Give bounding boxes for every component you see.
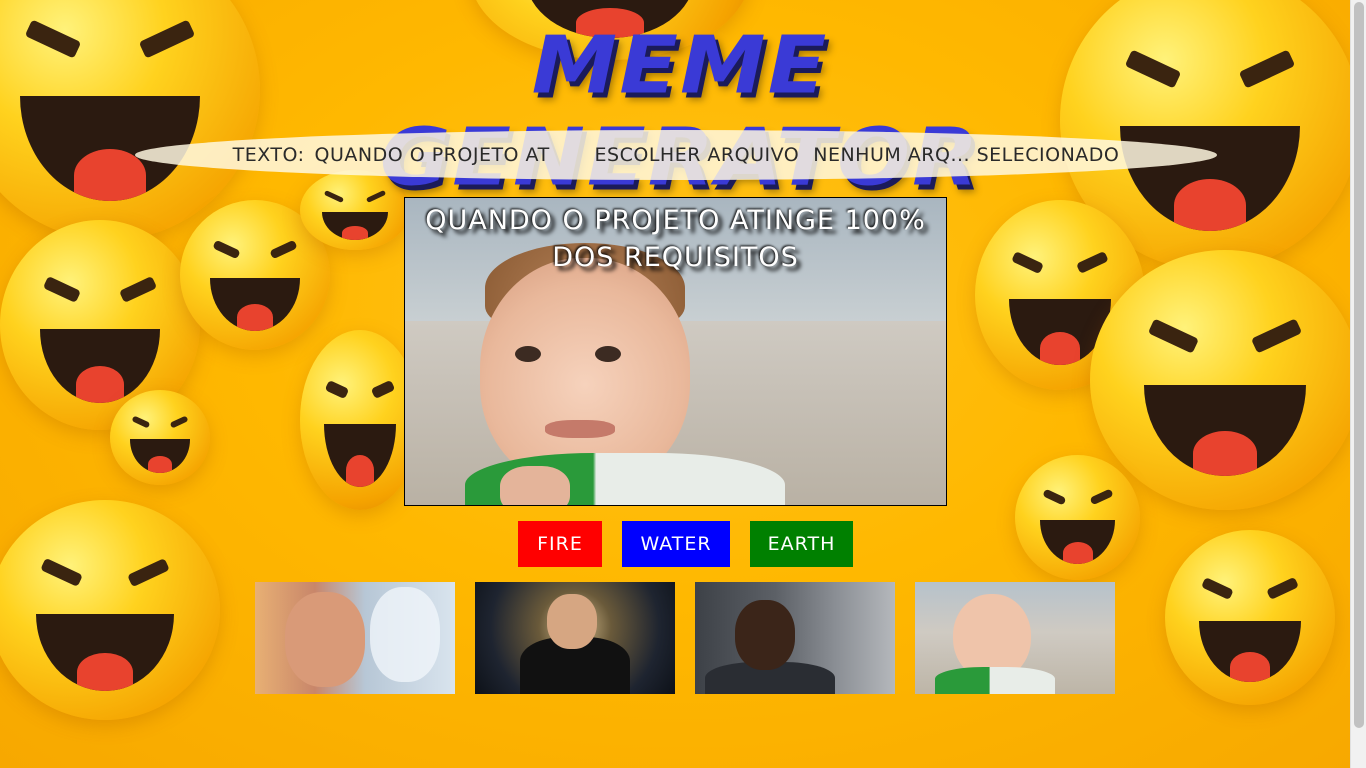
scrollbar-thumb[interactable] bbox=[1354, 2, 1364, 728]
thumbnail-face bbox=[370, 587, 440, 682]
background-emoji bbox=[0, 0, 260, 240]
water-border-button[interactable]: WATER bbox=[622, 521, 730, 567]
background-emoji bbox=[1090, 250, 1360, 510]
meme-template-thumbnail-3[interactable] bbox=[695, 582, 895, 694]
controls-bar: TEXTO: ESCOLHER ARQUIVO NENHUM ARQ... SE… bbox=[135, 130, 1217, 180]
earth-border-button[interactable]: EARTH bbox=[750, 521, 853, 567]
thumbnail-shirt bbox=[935, 667, 1055, 694]
background-emoji bbox=[300, 330, 420, 510]
thumbnail-face bbox=[285, 592, 365, 687]
meme-image-eye-right bbox=[595, 346, 621, 362]
background-emoji bbox=[0, 500, 220, 720]
meme-text-input[interactable] bbox=[314, 144, 575, 166]
file-status-text: NENHUM ARQ... SELECIONADO bbox=[813, 144, 1120, 166]
meme-template-thumbnail-4[interactable] bbox=[915, 582, 1115, 694]
meme-template-thumbnail-2[interactable] bbox=[475, 582, 675, 694]
meme-image-fist bbox=[500, 466, 570, 505]
meme-template-thumbnail-1[interactable] bbox=[255, 582, 455, 694]
meme-text: QUANDO O PROJETO ATINGE 100% DOS REQUISI… bbox=[425, 205, 926, 273]
choose-file-button[interactable]: ESCOLHER ARQUIVO bbox=[595, 144, 800, 166]
thumbnail-face bbox=[547, 594, 597, 649]
background-emoji bbox=[110, 390, 210, 485]
meme-image-eye-left bbox=[515, 346, 541, 362]
meme-image-mouth bbox=[545, 420, 615, 438]
text-input-label: TEXTO: bbox=[232, 144, 305, 166]
background-emoji bbox=[1165, 530, 1335, 705]
thumbnail-face bbox=[735, 600, 795, 670]
meme-image-container: QUANDO O PROJETO ATINGE 100% DOS REQUISI… bbox=[404, 197, 947, 506]
page-scrollbar[interactable] bbox=[1350, 0, 1366, 768]
fire-border-button[interactable]: FIRE bbox=[518, 521, 602, 567]
background-emoji bbox=[1015, 455, 1140, 580]
